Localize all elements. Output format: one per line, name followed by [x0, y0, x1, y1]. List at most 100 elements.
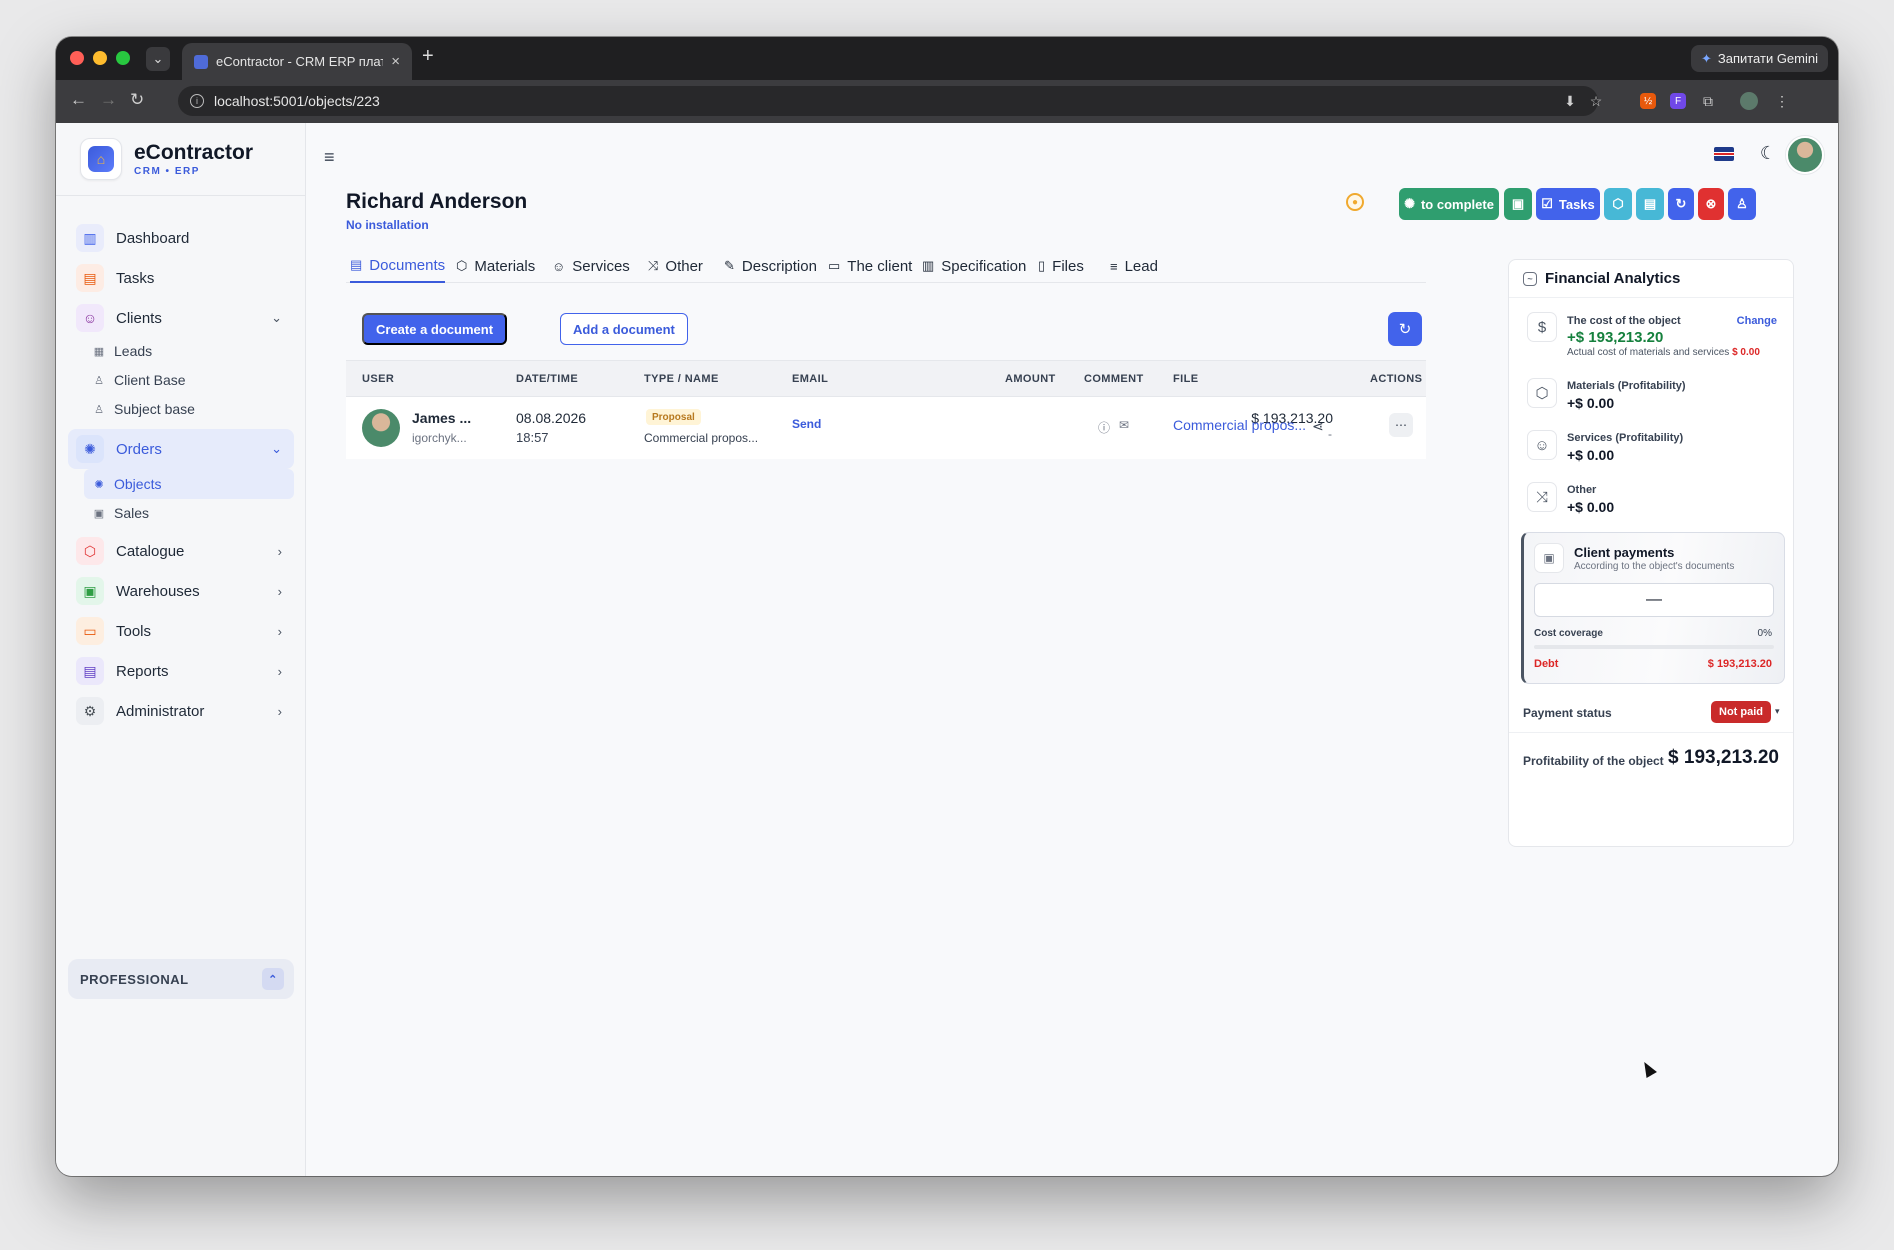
bookmark-star-icon[interactable]: ☆	[1586, 91, 1606, 111]
tab-specification[interactable]: ▥ Specification	[922, 249, 1026, 283]
complete-button[interactable]: ✺ to complete	[1399, 188, 1499, 220]
install-icon[interactable]: ⬇	[1560, 91, 1580, 111]
sidebar-item-administrator[interactable]: ⚙ Administrator ›	[68, 691, 294, 731]
url-text: localhost:5001/objects/223	[214, 93, 380, 109]
table-row[interactable]: James ... igorchyk... 08.08.2026 18:57 P…	[346, 397, 1426, 459]
sidebar-item-dashboard[interactable]: ▥ Dashboard	[68, 218, 294, 258]
send-email-link[interactable]: Send	[792, 417, 821, 431]
cancel-button[interactable]: ⊗	[1698, 188, 1724, 220]
wallet-icon: ▣	[93, 507, 105, 520]
extensions-puzzle-icon[interactable]: ⧉	[1698, 91, 1718, 111]
tab-label: Description	[741, 257, 817, 275]
plan-card[interactable]: PROFESSIONAL ⌃	[68, 959, 294, 999]
add-document-button[interactable]: Add a document	[560, 313, 688, 345]
client-payments-value: —	[1534, 583, 1774, 617]
sidebar-subitem-objects[interactable]: ✺ Objects	[84, 469, 294, 499]
language-flag-icon[interactable]	[1714, 147, 1734, 161]
url-field[interactable]: i localhost:5001/objects/223	[178, 86, 1598, 116]
file-icon: ▯	[1038, 258, 1046, 273]
figma-icon[interactable]: F	[1670, 93, 1686, 109]
user-avatar[interactable]	[1786, 136, 1824, 174]
sidebar-subitem-label: Sales	[114, 505, 150, 521]
col-datetime: DATE/TIME	[516, 373, 579, 385]
forward-icon[interactable]: →	[100, 90, 117, 110]
browser-tab[interactable]: eContractor - CRM ERP плат… ×	[182, 43, 412, 80]
sidebar-item-warehouses[interactable]: ▣ Warehouses ›	[68, 571, 294, 611]
brand-name: eContractor	[134, 140, 254, 164]
list-icon: ▦	[93, 345, 105, 358]
sidebar-item-label: Dashboard	[116, 229, 190, 247]
sidebar-item-clients[interactable]: ☺ Clients ⌄	[68, 298, 294, 338]
change-cost-link[interactable]: Change	[1737, 315, 1777, 327]
cost-note-text: Actual cost of materials and services	[1567, 347, 1730, 358]
tab-materials[interactable]: ⬡ Materials	[456, 249, 535, 283]
share-icon[interactable]: ⋖	[1312, 418, 1324, 435]
users-icon: ☺	[552, 258, 566, 274]
sidebar-item-orders[interactable]: ✺ Orders ⌄	[68, 429, 294, 469]
back-icon[interactable]: ←	[70, 90, 87, 110]
menu-kebab-icon[interactable]: ⋮	[1772, 91, 1792, 111]
minimize-window-button[interactable]	[93, 51, 107, 65]
materials-label: Materials (Profitability)	[1567, 380, 1686, 392]
tab-description[interactable]: ✎ Description	[724, 249, 817, 283]
tab-other[interactable]: ⤨ Other	[648, 249, 703, 283]
coin-icon[interactable]: ●	[1346, 193, 1364, 211]
tab-label: Specification	[941, 257, 1027, 275]
site-info-icon[interactable]: i	[190, 94, 204, 108]
tab-label: Files	[1052, 257, 1084, 275]
sidebar-item-label: Orders	[116, 440, 162, 458]
status-badge: Proposal	[646, 409, 701, 425]
browser-window: ⌄ eContractor - CRM ERP плат… × + ✦ Запи…	[56, 37, 1838, 1176]
calculator-button[interactable]: ▣	[1504, 188, 1532, 220]
document-button[interactable]: ▤	[1636, 188, 1664, 220]
sidebar-subitem-sales[interactable]: ▣ Sales	[84, 498, 294, 528]
reload-icon[interactable]: ↻	[130, 90, 144, 110]
sidebar-item-tasks[interactable]: ▤ Tasks	[68, 258, 294, 298]
user-button[interactable]: ♙	[1728, 188, 1756, 220]
refresh-header-button[interactable]: ↻	[1668, 188, 1694, 220]
payment-status-badge[interactable]: Not paid	[1711, 701, 1771, 723]
tab-services[interactable]: ☺ Services	[552, 249, 630, 283]
sidebar-subitem-label: Subject base	[114, 401, 195, 417]
page-title: Richard Anderson	[346, 190, 528, 213]
chevron-down-icon[interactable]: ▾	[1775, 706, 1780, 717]
maximize-window-button[interactable]	[116, 51, 130, 65]
chevron-down-icon: ⌄	[271, 441, 282, 456]
box-icon: ⬡	[456, 258, 468, 273]
file-link[interactable]: Commercial propos...	[1173, 417, 1306, 433]
info-icon[interactable]: ⓘ	[1098, 419, 1110, 436]
box-button[interactable]: ⬡	[1604, 188, 1632, 220]
chevron-up-icon[interactable]: ⌃	[262, 968, 284, 990]
refresh-table-button[interactable]: ↻	[1388, 312, 1422, 346]
comment-icon[interactable]: ✉	[1119, 418, 1129, 432]
tasks-button[interactable]: ☑ Tasks	[1536, 188, 1600, 220]
sidebar-subitem-client-base[interactable]: ♙ Client Base	[84, 365, 294, 395]
close-window-button[interactable]	[70, 51, 84, 65]
brand[interactable]: ⌂ eContractor CRM • ERP	[80, 138, 253, 180]
sidebar-subitem-label: Objects	[114, 476, 162, 492]
tab-search-icon[interactable]: ⌄	[146, 47, 170, 71]
gemini-button[interactable]: ✦ Запитати Gemini	[1690, 45, 1828, 72]
sidebar-subitem-leads[interactable]: ▦ Leads	[84, 336, 294, 366]
tab-documents[interactable]: ▤ Documents	[350, 249, 446, 283]
create-document-button[interactable]: Create a document	[362, 313, 508, 345]
tab-client[interactable]: ▭ The client	[828, 249, 912, 283]
sidebar-item-reports[interactable]: ▤ Reports ›	[68, 651, 294, 691]
menu-toggle-icon[interactable]: ≡	[324, 147, 335, 168]
page-subtitle[interactable]: No installation	[346, 218, 429, 232]
profile-icon[interactable]	[1740, 92, 1758, 110]
chevron-right-icon: ›	[277, 663, 282, 679]
row-actions-button[interactable]: ⋯	[1389, 413, 1413, 437]
tab-label: Lead	[1124, 257, 1158, 275]
extension-icon[interactable]: ½	[1640, 93, 1656, 109]
tab-files[interactable]: ▯ Files	[1038, 249, 1084, 283]
tab-lead[interactable]: ≡ Lead	[1110, 249, 1158, 283]
user-icon: ♙	[1736, 196, 1748, 211]
sidebar-subitem-subject-base[interactable]: ♙ Subject base	[84, 394, 294, 424]
sidebar-item-catalogue[interactable]: ⬡ Catalogue ›	[68, 531, 294, 571]
dark-mode-icon[interactable]: ☾	[1760, 143, 1776, 164]
close-tab-icon[interactable]: ×	[391, 53, 400, 70]
users-icon: ☺	[76, 304, 104, 332]
sidebar-item-tools[interactable]: ▭ Tools ›	[68, 611, 294, 651]
new-tab-icon[interactable]: +	[422, 45, 434, 68]
